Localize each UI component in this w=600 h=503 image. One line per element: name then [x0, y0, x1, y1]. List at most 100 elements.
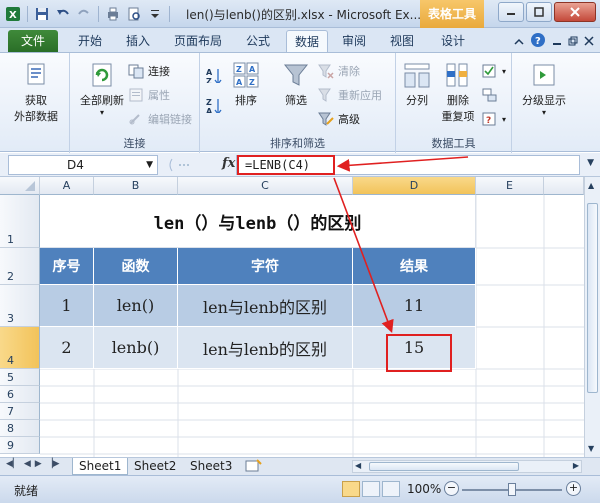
- sort-descending-button[interactable]: ZA: [206, 97, 222, 113]
- excel-logo-icon[interactable]: X: [4, 5, 22, 23]
- customize-toolbar-icon[interactable]: [146, 5, 164, 23]
- advanced-filter-button[interactable]: 高级: [318, 111, 360, 127]
- zoom-out-button[interactable]: −: [444, 481, 459, 496]
- help-icon[interactable]: ?: [530, 32, 546, 51]
- cell-d3[interactable]: 11: [353, 285, 476, 327]
- expand-formula-bar-icon[interactable]: ▼: [587, 158, 594, 168]
- next-sheet-icon[interactable]: ▶: [35, 459, 42, 469]
- data-validation-button[interactable]: ▾: [482, 63, 506, 79]
- outline-button[interactable]: 分级显示 ▾: [516, 61, 572, 117]
- clear-filter-button[interactable]: 清除: [318, 63, 360, 79]
- minimize-ribbon-icon[interactable]: [514, 35, 524, 49]
- cell-a4[interactable]: 2: [40, 327, 94, 369]
- tab-design[interactable]: 设计: [432, 30, 474, 52]
- insert-function-icon[interactable]: fx: [222, 156, 235, 171]
- column-header-a[interactable]: A: [40, 177, 94, 195]
- zoom-level[interactable]: 100%: [407, 482, 441, 496]
- scroll-right-icon[interactable]: ▶: [573, 461, 579, 470]
- sheet-tab-1[interactable]: Sheet1: [72, 458, 129, 475]
- row-header-5[interactable]: 5: [0, 369, 40, 386]
- column-header-b[interactable]: B: [94, 177, 178, 195]
- cell-c4[interactable]: len与lenb的区别: [178, 327, 353, 369]
- print-preview-icon[interactable]: [125, 5, 143, 23]
- normal-view-button[interactable]: [342, 481, 360, 497]
- horizontal-scroll-thumb[interactable]: [369, 462, 519, 471]
- scroll-up-icon[interactable]: ▲: [588, 181, 594, 190]
- select-all-corner[interactable]: [0, 177, 40, 195]
- column-header-d[interactable]: D: [353, 177, 476, 195]
- properties-button[interactable]: 属性: [128, 87, 170, 103]
- zoom-in-button[interactable]: +: [566, 481, 581, 496]
- tab-file[interactable]: 文件: [8, 30, 58, 52]
- close-button[interactable]: [554, 2, 596, 22]
- tab-formulas[interactable]: 公式: [238, 30, 278, 52]
- formula-bar-handle-icon[interactable]: [166, 157, 206, 176]
- sheet-tab-2[interactable]: Sheet2: [128, 458, 182, 475]
- name-box-dropdown-icon[interactable]: ▼: [146, 156, 153, 174]
- sort-ascending-button[interactable]: AZ: [206, 67, 222, 83]
- connections-button[interactable]: 连接: [128, 63, 170, 79]
- maximize-button[interactable]: [526, 2, 552, 22]
- row-header-3[interactable]: 3: [0, 285, 40, 327]
- workbook-minimize-icon[interactable]: [552, 35, 562, 49]
- tab-insert[interactable]: 插入: [118, 30, 158, 52]
- table-title-cell[interactable]: len（）与lenb（）的区别: [40, 195, 476, 248]
- tab-page-layout[interactable]: 页面布局: [166, 30, 230, 52]
- zoom-slider-thumb[interactable]: [508, 483, 516, 496]
- column-header-c[interactable]: C: [178, 177, 353, 195]
- header-cell-index[interactable]: 序号: [40, 248, 94, 285]
- tab-home[interactable]: 开始: [70, 30, 110, 52]
- undo-icon[interactable]: [54, 5, 72, 23]
- print-icon[interactable]: [104, 5, 122, 23]
- get-external-data-button[interactable]: 获取 外部数据: [14, 61, 58, 124]
- workbook-close-icon[interactable]: [584, 35, 594, 49]
- cell-a3[interactable]: 1: [40, 285, 94, 327]
- reapply-button[interactable]: 重新应用: [318, 87, 382, 103]
- sheet-tab-3[interactable]: Sheet3: [184, 458, 238, 475]
- formula-text[interactable]: =LENB(C4): [237, 155, 335, 175]
- scroll-down-icon[interactable]: ▼: [588, 444, 594, 453]
- cell-c3[interactable]: len与lenb的区别: [178, 285, 353, 327]
- remove-duplicates-button[interactable]: 删除 重复项: [438, 61, 478, 124]
- row-header-1[interactable]: 1: [0, 195, 40, 248]
- tab-view[interactable]: 视图: [382, 30, 422, 52]
- row-header-8[interactable]: 8: [0, 420, 40, 437]
- edit-links-button[interactable]: 编辑链接: [128, 111, 192, 127]
- sort-button[interactable]: ZAAZ 排序: [230, 61, 262, 108]
- header-cell-function[interactable]: 函数: [94, 248, 178, 285]
- redo-icon[interactable]: [75, 5, 93, 23]
- row-header-4[interactable]: 4: [0, 327, 40, 369]
- filter-button[interactable]: 筛选: [280, 61, 312, 108]
- row-header-6[interactable]: 6: [0, 386, 40, 403]
- consolidate-button[interactable]: [482, 87, 498, 103]
- first-sheet-icon[interactable]: ◀▏: [6, 459, 20, 469]
- column-header-e[interactable]: E: [476, 177, 544, 195]
- cell-b3[interactable]: len(): [94, 285, 178, 327]
- what-if-analysis-button[interactable]: ? ▾: [482, 111, 506, 127]
- vertical-scrollbar[interactable]: ▲ ▼: [584, 177, 600, 457]
- prev-sheet-icon[interactable]: ◀: [24, 459, 31, 469]
- get-external-group: 获取 外部数据: [0, 53, 70, 153]
- horizontal-scrollbar[interactable]: ◀ ▶: [352, 460, 582, 473]
- row-header-7[interactable]: 7: [0, 403, 40, 420]
- tab-review[interactable]: 审阅: [334, 30, 374, 52]
- tab-data[interactable]: 数据: [286, 30, 328, 52]
- vertical-scroll-thumb[interactable]: [587, 203, 598, 393]
- scroll-left-icon[interactable]: ◀: [355, 461, 361, 470]
- save-icon[interactable]: [33, 5, 51, 23]
- minimize-button[interactable]: [498, 2, 524, 22]
- name-box[interactable]: D4 ▼: [8, 155, 158, 175]
- cell-b4[interactable]: lenb(): [94, 327, 178, 369]
- header-cell-result[interactable]: 结果: [353, 248, 476, 285]
- page-layout-view-button[interactable]: [362, 481, 380, 497]
- page-break-view-button[interactable]: [382, 481, 400, 497]
- last-sheet-icon[interactable]: ▕▶: [46, 459, 60, 469]
- row-header-9[interactable]: 9: [0, 437, 40, 454]
- workbook-restore-icon[interactable]: [568, 35, 578, 49]
- header-cell-string[interactable]: 字符: [178, 248, 353, 285]
- worksheet-grid[interactable]: A B C D E 1 2 3 4 5 6 7 8 9 len（）与lenb（）…: [0, 177, 600, 457]
- insert-sheet-icon[interactable]: [244, 459, 264, 476]
- refresh-all-button[interactable]: 全部刷新 ▾: [76, 61, 128, 117]
- row-header-2[interactable]: 2: [0, 248, 40, 285]
- text-to-columns-button[interactable]: 分列: [400, 61, 434, 108]
